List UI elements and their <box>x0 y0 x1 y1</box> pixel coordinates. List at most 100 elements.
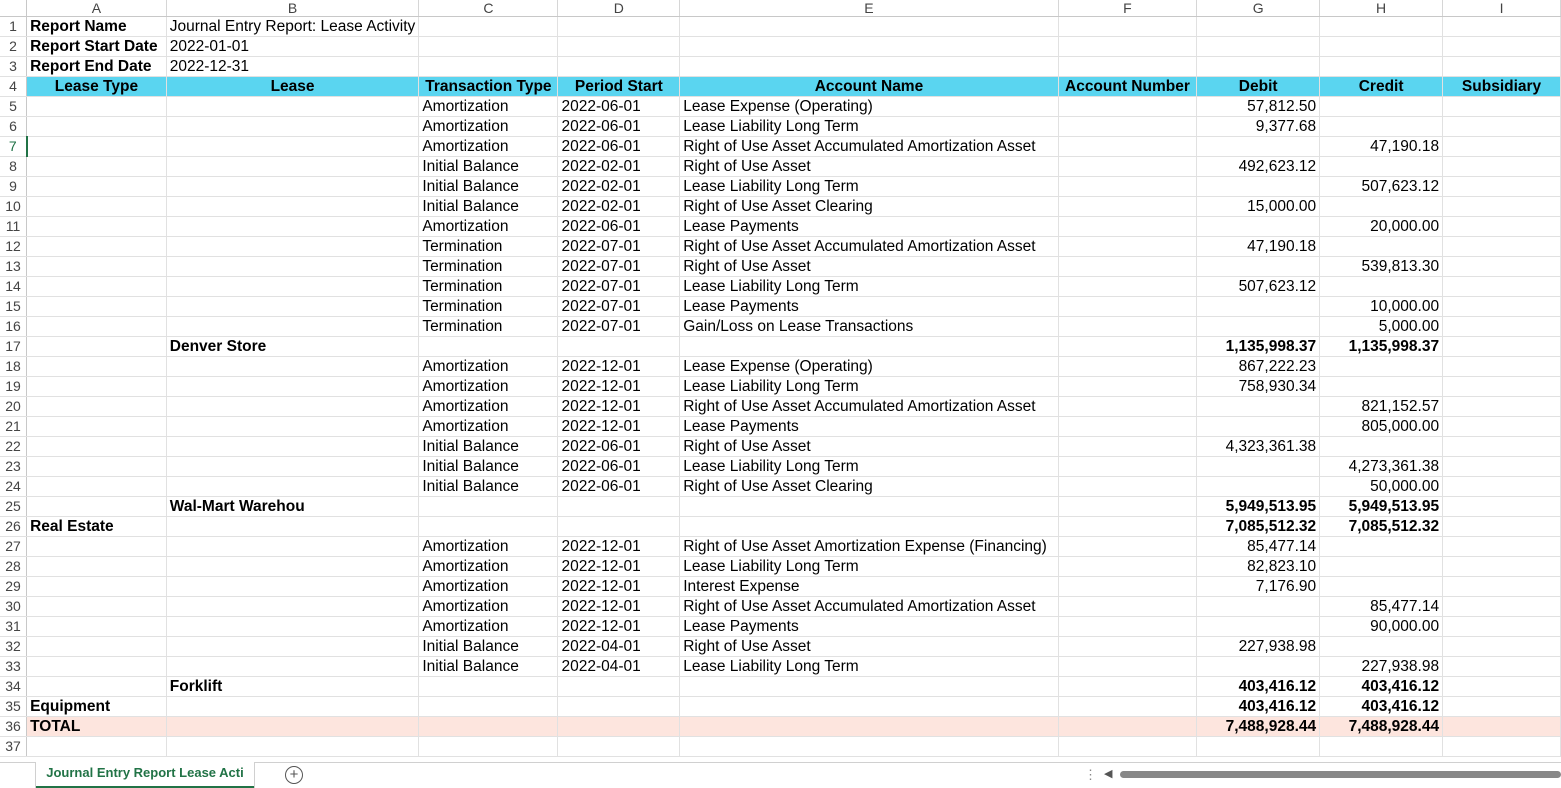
cell-i34[interactable] <box>1442 676 1561 697</box>
cell-h11[interactable]: 20,000.00 <box>1319 216 1444 237</box>
cell-d26[interactable] <box>557 516 681 537</box>
cell-a8[interactable] <box>26 156 167 177</box>
cell-a32[interactable] <box>26 636 167 657</box>
cell-e36[interactable] <box>679 716 1059 737</box>
cell-i24[interactable] <box>1442 476 1561 497</box>
horizontal-scrollbar[interactable] <box>1120 771 1561 778</box>
cell-b33[interactable] <box>166 656 420 677</box>
column-header-d[interactable]: D <box>557 0 681 17</box>
cell-b6[interactable] <box>166 116 420 137</box>
cell-b12[interactable] <box>166 236 420 257</box>
cell-a11[interactable] <box>26 216 167 237</box>
cell-h37[interactable] <box>1319 736 1444 757</box>
cell-b29[interactable] <box>166 576 420 597</box>
cell-f11[interactable] <box>1058 216 1198 237</box>
row-header[interactable]: 18 <box>0 356 28 377</box>
cell-d10[interactable]: 2022-02-01 <box>557 196 681 217</box>
column-header-c[interactable]: C <box>418 0 559 17</box>
cell-a14[interactable] <box>26 276 167 297</box>
cell-b10[interactable] <box>166 196 420 217</box>
row-header[interactable]: 33 <box>0 656 28 677</box>
cell-a22[interactable] <box>26 436 167 457</box>
cell-b23[interactable] <box>166 456 420 477</box>
cell-g15[interactable] <box>1196 296 1321 317</box>
cell-b17[interactable]: Denver Store <box>166 336 420 357</box>
cell-d16[interactable]: 2022-07-01 <box>557 316 681 337</box>
cell-d8[interactable]: 2022-02-01 <box>557 156 681 177</box>
column-header-a[interactable]: A <box>26 0 167 17</box>
cell-d28[interactable]: 2022-12-01 <box>557 556 681 577</box>
cell-a12[interactable] <box>26 236 167 257</box>
cell-e29[interactable]: Interest Expense <box>679 576 1059 597</box>
cell-a9[interactable] <box>26 176 167 197</box>
cell-f33[interactable] <box>1058 656 1198 677</box>
cell-c12[interactable]: Termination <box>418 236 559 257</box>
cell-d13[interactable]: 2022-07-01 <box>557 256 681 277</box>
column-header-b[interactable]: B <box>166 0 420 17</box>
cell-g4[interactable]: Debit <box>1196 76 1321 97</box>
cell-c7[interactable]: Amortization <box>418 136 559 157</box>
cell-i37[interactable] <box>1442 736 1561 757</box>
cell-i7[interactable] <box>1442 136 1561 157</box>
cell-g25[interactable]: 5,949,513.95 <box>1196 496 1321 517</box>
cell-b7[interactable] <box>166 136 420 157</box>
cell-d35[interactable] <box>557 696 681 717</box>
cell-b36[interactable] <box>166 716 420 737</box>
cell-h24[interactable]: 50,000.00 <box>1319 476 1444 497</box>
cell-e6[interactable]: Lease Liability Long Term <box>679 116 1059 137</box>
cell-g6[interactable]: 9,377.68 <box>1196 116 1321 137</box>
row-header[interactable]: 34 <box>0 676 28 697</box>
cell-i29[interactable] <box>1442 576 1561 597</box>
cell-a6[interactable] <box>26 116 167 137</box>
cell-a5[interactable] <box>26 96 167 117</box>
cell-h4[interactable]: Credit <box>1319 76 1444 97</box>
cell-c31[interactable]: Amortization <box>418 616 559 637</box>
cell-h10[interactable] <box>1319 196 1444 217</box>
cell-e18[interactable]: Lease Expense (Operating) <box>679 356 1059 377</box>
cell-g7[interactable] <box>1196 136 1321 157</box>
cell-b4[interactable]: Lease <box>166 76 420 97</box>
cell-h8[interactable] <box>1319 156 1444 177</box>
row-header[interactable]: 21 <box>0 416 28 437</box>
cell-h14[interactable] <box>1319 276 1444 297</box>
cell-c29[interactable]: Amortization <box>418 576 559 597</box>
cell-h6[interactable] <box>1319 116 1444 137</box>
cell-c36[interactable] <box>418 716 559 737</box>
cell-i23[interactable] <box>1442 456 1561 477</box>
cell-g2[interactable] <box>1196 36 1321 57</box>
cell-h18[interactable] <box>1319 356 1444 377</box>
cell-c28[interactable]: Amortization <box>418 556 559 577</box>
cell-f13[interactable] <box>1058 256 1198 277</box>
cell-a10[interactable] <box>26 196 167 217</box>
cell-a29[interactable] <box>26 576 167 597</box>
cell-i15[interactable] <box>1442 296 1561 317</box>
cell-d24[interactable]: 2022-06-01 <box>557 476 681 497</box>
cell-d25[interactable] <box>557 496 681 517</box>
cell-h5[interactable] <box>1319 96 1444 117</box>
cell-h17[interactable]: 1,135,998.37 <box>1319 336 1444 357</box>
cell-b9[interactable] <box>166 176 420 197</box>
cell-d3[interactable] <box>557 56 681 77</box>
cell-e19[interactable]: Lease Liability Long Term <box>679 376 1059 397</box>
cell-h30[interactable]: 85,477.14 <box>1319 596 1444 617</box>
cell-d14[interactable]: 2022-07-01 <box>557 276 681 297</box>
cell-e1[interactable] <box>679 16 1059 37</box>
cell-i35[interactable] <box>1442 696 1561 717</box>
cell-e24[interactable]: Right of Use Asset Clearing <box>679 476 1059 497</box>
left-arrow-icon[interactable]: ◀ <box>1104 767 1112 780</box>
cell-e13[interactable]: Right of Use Asset <box>679 256 1059 277</box>
row-header[interactable]: 2 <box>0 36 28 57</box>
cell-d19[interactable]: 2022-12-01 <box>557 376 681 397</box>
cell-b14[interactable] <box>166 276 420 297</box>
cell-f1[interactable] <box>1058 16 1198 37</box>
cell-a16[interactable] <box>26 316 167 337</box>
cell-f25[interactable] <box>1058 496 1198 517</box>
cell-i26[interactable] <box>1442 516 1561 537</box>
cell-c27[interactable]: Amortization <box>418 536 559 557</box>
cell-a25[interactable] <box>26 496 167 517</box>
cell-i17[interactable] <box>1442 336 1561 357</box>
cell-d29[interactable]: 2022-12-01 <box>557 576 681 597</box>
cell-b37[interactable] <box>166 736 420 757</box>
cell-g11[interactable] <box>1196 216 1321 237</box>
cell-b31[interactable] <box>166 616 420 637</box>
